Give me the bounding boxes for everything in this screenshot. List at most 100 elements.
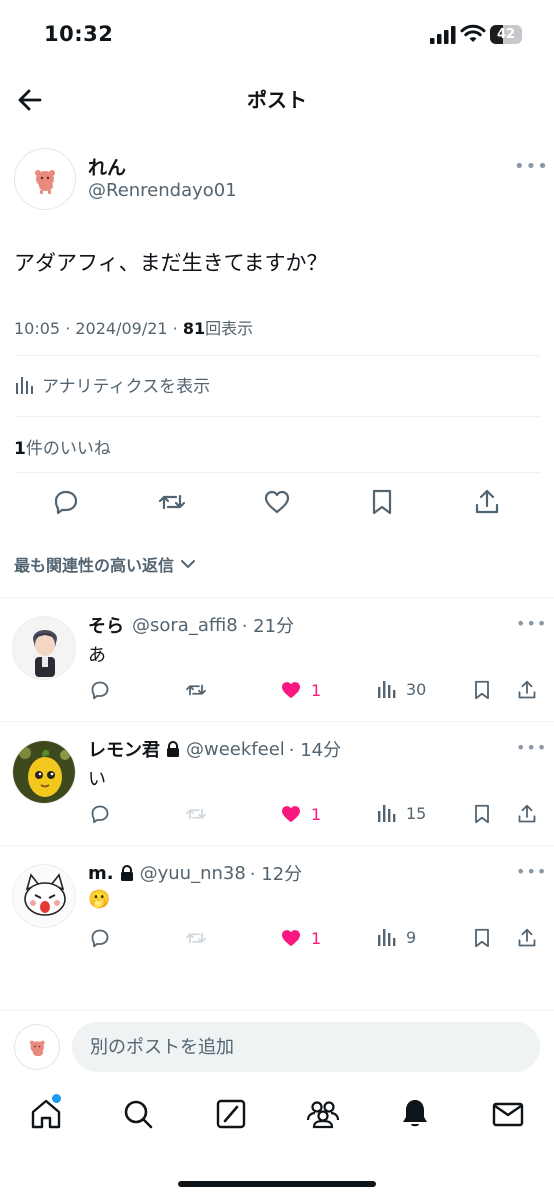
reply-more-icon[interactable]: •••	[516, 862, 547, 881]
reply-actions: 1 9	[0, 926, 554, 956]
repost-icon[interactable]	[156, 486, 188, 518]
divider	[14, 416, 540, 417]
like-icon[interactable]	[261, 486, 293, 518]
repost-icon	[186, 684, 206, 696]
divider	[14, 472, 540, 473]
communities-icon[interactable]	[305, 1096, 341, 1132]
reply-like-button[interactable]: 1	[279, 678, 321, 702]
status-bar: 10:32 42	[0, 0, 554, 70]
analytics-icon	[378, 929, 396, 946]
reply-icon	[91, 805, 109, 824]
lock-icon	[167, 741, 179, 757]
post-timestamp: 10:05 · 2024/09/21 ·	[14, 319, 183, 338]
chevron-down-icon	[181, 560, 196, 569]
post-meta: 10:05 · 2024/09/21 · 81回表示	[14, 315, 253, 339]
reply-repost-button[interactable]	[184, 678, 208, 702]
add-post-input[interactable]	[72, 1022, 540, 1072]
reply-repost-button-disabled	[184, 926, 208, 950]
repost-icon	[186, 808, 206, 820]
reply-item[interactable]: レモン君 @weekfeel · 14分 ••• い 1 15	[0, 722, 554, 846]
reply-view-count: 9	[406, 927, 417, 947]
reply-icon[interactable]	[50, 486, 82, 518]
reply-more-icon[interactable]: •••	[516, 614, 547, 633]
compose-avatar	[14, 1024, 60, 1070]
reply-author-handle[interactable]: @weekfeel	[186, 739, 285, 760]
author-avatar[interactable]	[14, 148, 76, 210]
cellular-signal-icon	[430, 26, 456, 44]
author-handle[interactable]: @Renrendayo01	[88, 180, 237, 201]
reply-views-button[interactable]: 9	[376, 926, 416, 948]
reply-icon	[91, 929, 109, 948]
bookmark-icon	[475, 680, 489, 700]
reply-author-handle[interactable]: @yuu_nn38	[140, 863, 246, 884]
share-icon	[518, 680, 536, 699]
reply-reply-button[interactable]	[88, 678, 112, 702]
more-options-icon[interactable]: •••	[514, 156, 549, 177]
reply-avatar[interactable]	[12, 616, 76, 680]
reply-views-button[interactable]: 15	[376, 802, 426, 824]
messages-icon[interactable]	[490, 1096, 526, 1132]
analytics-label: アナリティクスを表示	[42, 377, 211, 397]
notification-dot	[52, 1094, 61, 1103]
view-analytics-link[interactable]: アナリティクスを表示	[14, 372, 210, 397]
reply-like-count: 1	[311, 680, 322, 700]
reply-actions: 1 30	[0, 678, 554, 708]
reply-time: · 14分	[288, 740, 342, 761]
reply-header: m. @yuu_nn38 · 12分	[88, 860, 302, 886]
reply-bookmark-button[interactable]	[470, 926, 494, 950]
reply-view-count: 30	[406, 679, 427, 699]
bookmark-icon	[475, 928, 489, 948]
reply-time: · 21分	[241, 616, 295, 637]
reply-reply-button[interactable]	[88, 802, 112, 826]
notifications-icon[interactable]	[397, 1096, 433, 1132]
pig-avatar-icon	[29, 1040, 45, 1057]
author-name[interactable]: れん	[88, 153, 126, 180]
bookmark-icon[interactable]	[366, 486, 398, 518]
reply-text: あ	[88, 645, 106, 666]
heart-filled-icon	[282, 806, 300, 823]
reply-avatar[interactable]	[12, 864, 76, 928]
reply-view-count: 15	[406, 803, 427, 823]
reply-bookmark-button[interactable]	[470, 802, 494, 826]
reply-views-button[interactable]: 30	[376, 678, 426, 700]
reply-item[interactable]: そら @sora_affi8 · 21分 ••• あ 1 30	[0, 598, 554, 722]
reply-author-name[interactable]: レモン君	[88, 736, 160, 762]
status-time: 10:32	[44, 22, 114, 46]
grok-icon[interactable]	[213, 1096, 249, 1132]
reply-item[interactable]: m. @yuu_nn38 · 12分 ••• 🫢 1 9	[0, 846, 554, 970]
battery-icon: 42	[490, 25, 522, 44]
reply-share-button[interactable]	[515, 802, 539, 826]
reply-author-name[interactable]: そら	[88, 612, 124, 638]
home-indicator[interactable]	[178, 1181, 376, 1187]
reply-author-name[interactable]: m.	[88, 863, 114, 884]
reply-share-button[interactable]	[515, 678, 539, 702]
analytics-icon	[378, 805, 396, 822]
lock-icon	[120, 865, 133, 881]
lemon-avatar-icon	[13, 741, 75, 803]
reply-time: · 12分	[249, 864, 303, 885]
analytics-icon	[16, 376, 33, 394]
reply-repost-button-disabled	[184, 802, 208, 826]
reply-like-button[interactable]: 1	[279, 926, 321, 950]
post-text: アダアフィ、まだ生きてますか？	[14, 251, 328, 275]
reply-reply-button[interactable]	[88, 926, 112, 950]
search-icon[interactable]	[120, 1096, 156, 1132]
bookmark-icon	[475, 804, 489, 824]
cat-avatar-icon	[13, 865, 75, 927]
likes-count: 1	[14, 439, 26, 459]
likes-summary[interactable]: 1件のいいね	[14, 434, 111, 459]
reply-sort-dropdown[interactable]: 最も関連性の高い返信	[14, 552, 196, 576]
post-action-bar	[0, 486, 554, 522]
divider	[14, 355, 540, 356]
likes-label: 件のいいね	[25, 439, 111, 459]
reply-author-handle[interactable]: @sora_affi8	[132, 615, 238, 636]
reply-like-button[interactable]: 1	[279, 802, 321, 826]
reply-bookmark-button[interactable]	[470, 678, 494, 702]
reply-more-icon[interactable]: •••	[516, 738, 547, 757]
share-icon[interactable]	[471, 486, 503, 518]
reply-share-button[interactable]	[515, 926, 539, 950]
reply-avatar[interactable]	[12, 740, 76, 804]
top-header: ポスト	[0, 70, 554, 128]
share-icon	[518, 804, 536, 823]
pig-avatar-icon	[35, 170, 55, 194]
